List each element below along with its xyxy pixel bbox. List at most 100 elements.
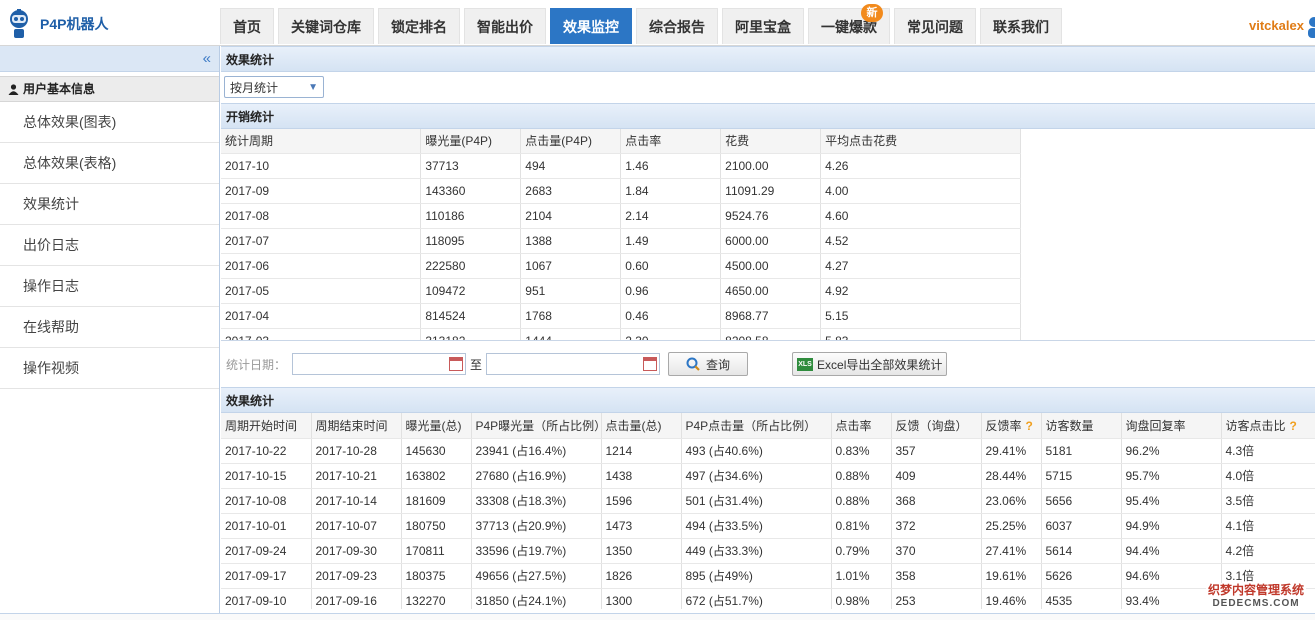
help-icon[interactable]: ? [1026, 419, 1033, 433]
column-header: 曝光量(P4P) [420, 129, 522, 154]
sidebar-item-4[interactable]: 操作日志 [0, 266, 219, 307]
table-cell: 1.84 [620, 178, 722, 204]
calendar-icon[interactable] [643, 357, 658, 371]
table-cell: 5.15 [820, 303, 1021, 329]
table-cell: 2017-09-16 [311, 588, 402, 609]
table-cell: 25.25% [981, 513, 1042, 539]
table-cell: 4.00 [820, 178, 1021, 204]
period-select[interactable]: 按月统计 ▼ [224, 76, 324, 98]
table-cell: 2017-08 [221, 203, 422, 229]
column-header: 反馈率? [981, 413, 1042, 439]
effect-table-scroll[interactable]: 周期开始时间 周期结束时间 曝光量(总) P4P曝光量（所占比例） 点击量(总) P4P点… [221, 413, 1315, 609]
main-nav: 首页 关键词仓库 锁定排名 智能出价 效果监控 综合报告 阿里宝盒 一键爆款新 常见问题 联系我们 [220, 4, 1066, 44]
stats-panel-title: 效果统计 [221, 46, 1315, 72]
table-cell: 96.2% [1121, 438, 1222, 464]
table-cell: 2017-10-14 [311, 488, 402, 514]
column-header: 访客点击比? [1221, 413, 1315, 439]
table-cell: 493 (占40.6%) [681, 438, 832, 464]
collapse-sidebar-button[interactable]: « [0, 46, 219, 72]
logo[interactable]: P4P机器人 [6, 8, 108, 40]
sidebar-item-3[interactable]: 出价日志 [0, 225, 219, 266]
table-row: 2017-09-17 2017-09-23 180375 49656 (占27.5%)… [221, 563, 1315, 589]
top-header: P4P机器人 首页 关键词仓库 锁定排名 智能出价 效果监控 综合报告 阿里宝盒 一键爆款新 常… [0, 0, 1315, 46]
nav-tab-3[interactable]: 智能出价 [464, 8, 546, 44]
effect-table: 周期开始时间 周期结束时间 曝光量(总) P4P曝光量（所占比例） 点击量(总) P4P点… [221, 413, 1315, 609]
table-cell: 501 (占31.4%) [681, 488, 832, 514]
nav-tab-label: 联系我们 [993, 19, 1049, 35]
start-date-input[interactable] [292, 353, 467, 375]
nav-tab-6[interactable]: 阿里宝盒 [722, 8, 804, 44]
table-cell: 1.49 [620, 228, 722, 254]
watermark-line2: DEDECMS.COM [1212, 598, 1300, 609]
column-header: 点击率 [831, 413, 892, 439]
date-range-separator: 至 [470, 357, 483, 372]
table-cell: 94.9% [1121, 513, 1222, 539]
table-cell: 4.1倍 [1221, 513, 1315, 539]
user-icon[interactable] [1306, 16, 1315, 38]
nav-tab-7[interactable]: 一键爆款新 [808, 4, 890, 44]
column-header-label: 反馈（询盘） [895, 418, 968, 433]
table-cell: 2017-06 [221, 253, 422, 279]
table-cell: 4.52 [820, 228, 1021, 254]
table-cell: 0.81% [831, 513, 892, 539]
table-row: 2017-10-22 2017-10-28 145630 23941 (占16.4%)… [221, 438, 1315, 464]
nav-tab-0[interactable]: 首页 [220, 8, 274, 44]
table-cell: 94.4% [1121, 538, 1222, 564]
export-excel-button[interactable]: XLS Excel导出全部效果统计 [792, 352, 948, 376]
sidebar-item-1[interactable]: 总体效果(表格) [0, 143, 219, 184]
table-cell: 1.46 [620, 153, 722, 179]
date-filter-row: 统计日期： 至 查询 XLS Excel导出全部效果统计 [221, 341, 1315, 387]
sidebar-item-2[interactable]: 效果统计 [0, 184, 219, 225]
table-cell: 370 [891, 538, 982, 564]
help-icon[interactable]: ? [1290, 419, 1297, 433]
table-cell: 109472 [420, 278, 522, 304]
table-cell: 95.7% [1121, 463, 1222, 489]
table-cell: 163802 [401, 463, 472, 489]
nav-tab-label: 常见问题 [907, 19, 963, 35]
watermark-line1: 织梦内容管理系统 [1207, 583, 1304, 597]
username-link[interactable]: vitckalex [1249, 18, 1304, 33]
query-button[interactable]: 查询 [668, 352, 749, 376]
table-cell: 0.79% [831, 538, 892, 564]
end-date-input[interactable] [486, 353, 661, 375]
table-cell: 368 [891, 488, 982, 514]
table-cell: 4.92 [820, 278, 1021, 304]
column-header: P4P点击量（所占比例） [681, 413, 832, 439]
table-cell: 4.60 [820, 203, 1021, 229]
column-header: 平均点击花费 [820, 129, 1021, 154]
main-content: 效果统计 按月统计 ▼ 开销统计 统计周期 曝光量(P4P) 点击量(P4P) 点击率… [221, 46, 1315, 609]
calendar-icon[interactable] [449, 357, 464, 371]
table-cell: 4.0倍 [1221, 463, 1315, 489]
nav-tab-4[interactable]: 效果监控 [550, 8, 632, 44]
table-cell: 5656 [1041, 488, 1122, 514]
table-cell: 2104 [520, 203, 622, 229]
table-cell: 0.98% [831, 588, 892, 609]
table-cell: 27680 (占16.9%) [471, 463, 602, 489]
nav-tab-8[interactable]: 常见问题 [894, 8, 976, 44]
table-cell: 2017-09-30 [311, 538, 402, 564]
nav-tab-2[interactable]: 锁定排名 [378, 8, 460, 44]
export-button-label: Excel导出全部效果统计 [817, 357, 943, 372]
table-cell: 814524 [420, 303, 522, 329]
column-header-label: 点击量(总) [605, 418, 662, 433]
spend-table-scroll[interactable]: 统计周期 曝光量(P4P) 点击量(P4P) 点击率 花费 平均点击花费 2017-10 3… [221, 129, 1315, 341]
column-header: 询盘回复率 [1121, 413, 1222, 439]
status-bar [0, 613, 1315, 620]
table-cell: 2017-09-23 [311, 563, 402, 589]
sidebar-item-0[interactable]: 总体效果(图表) [0, 102, 219, 143]
sidebar-item-5[interactable]: 在线帮助 [0, 307, 219, 348]
table-cell: 1214 [601, 438, 682, 464]
table-cell: 5181 [1041, 438, 1122, 464]
nav-tab-1[interactable]: 关键词仓库 [278, 8, 374, 44]
table-cell: 895 (占49%) [681, 563, 832, 589]
table-cell: 372 [891, 513, 982, 539]
nav-tab-5[interactable]: 综合报告 [636, 8, 718, 44]
nav-tab-9[interactable]: 联系我们 [980, 8, 1062, 44]
table-cell: 2017-09 [221, 178, 422, 204]
sidebar: « 用户基本信息 总体效果(图表) 总体效果(表格) 效果统计 出价日志 操作日志 在线帮… [0, 46, 220, 613]
table-cell: 2017-09-10 [221, 588, 312, 609]
table-cell: 3.5倍 [1221, 488, 1315, 514]
table-cell: 2100.00 [720, 153, 822, 179]
sidebar-item-6[interactable]: 操作视频 [0, 348, 219, 389]
table-cell: 4500.00 [720, 253, 822, 279]
